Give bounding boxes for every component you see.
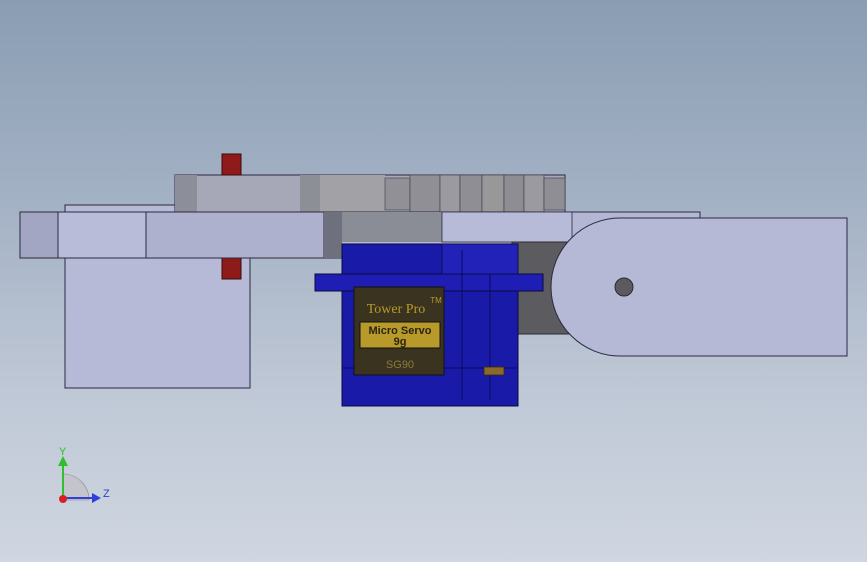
servo-trademark: TM [430,296,442,305]
servo-wire-connector[interactable] [483,366,505,376]
gear-rack[interactable] [174,174,566,214]
rounded-arm[interactable] [550,217,848,357]
pin-top[interactable] [221,153,242,176]
x-axis-dot [59,495,67,503]
servo-model: SG90 [386,359,414,371]
model-viewport[interactable]: Tower Pro TM Micro Servo 9g SG90 Y Z [0,0,867,562]
y-axis-label: Y [59,446,67,458]
z-axis-label: Z [103,488,110,500]
micro-servo[interactable]: Tower Pro TM Micro Servo 9g SG90 [314,243,544,407]
z-axis-arrow [92,493,101,503]
servo-brand: Tower Pro [367,302,426,317]
orientation-triad: Y Z [58,446,110,503]
pivot-hole[interactable] [614,277,634,297]
pin-bottom[interactable] [221,257,242,280]
servo-name-line2: 9g [394,336,407,348]
